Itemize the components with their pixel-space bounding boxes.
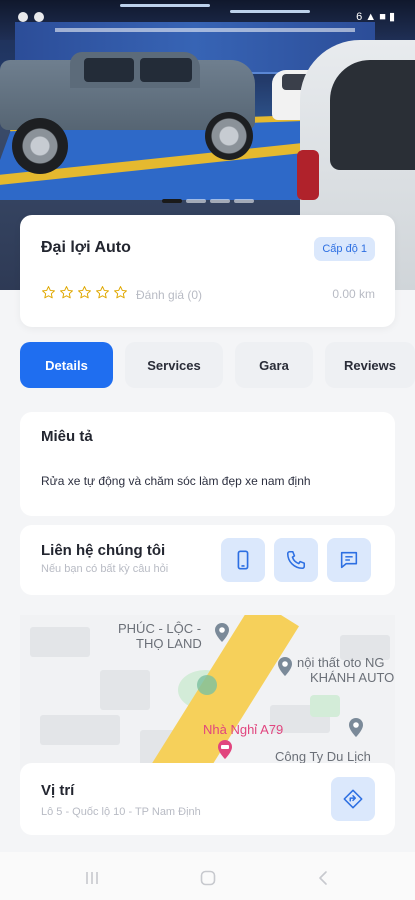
location-title: Vị trí bbox=[41, 782, 75, 799]
tab-gara[interactable]: Gara bbox=[235, 342, 313, 388]
location-card: Vị trí Lô 5 - Quốc lộ 10 - TP Nam Định bbox=[20, 763, 395, 835]
call-button[interactable] bbox=[274, 538, 318, 582]
contact-title: Liên hệ chúng tôi bbox=[41, 542, 166, 559]
description-text: Rửa xe tự động và chăm sóc làm đẹp xe na… bbox=[41, 474, 311, 488]
status-indicators: 6 ▲ ■ ▮ bbox=[356, 11, 395, 23]
star-icon bbox=[96, 286, 109, 299]
location-map[interactable]: PHÚC - LỘC - THỌ LAND nội thất oto NG KH… bbox=[20, 615, 395, 775]
phone-icon bbox=[286, 550, 306, 570]
carousel-dot[interactable] bbox=[209, 199, 230, 203]
directions-button[interactable] bbox=[331, 777, 375, 821]
map-pin-icon[interactable] bbox=[213, 621, 231, 643]
status-bar: 6 ▲ ■ ▮ bbox=[0, 0, 415, 30]
description-card: Miêu tả Rửa xe tự động và chăm sóc làm đ… bbox=[20, 412, 395, 516]
carousel-dot[interactable] bbox=[233, 199, 254, 203]
home-button[interactable] bbox=[198, 868, 218, 888]
truck-wheel bbox=[205, 112, 253, 160]
tab-reviews[interactable]: Reviews bbox=[325, 342, 415, 388]
map-pin-icon[interactable] bbox=[276, 655, 294, 677]
shop-name: Đại lợi Auto bbox=[41, 239, 131, 256]
tab-details[interactable]: Details bbox=[20, 342, 113, 388]
home-icon bbox=[200, 870, 216, 886]
shop-info-card: Đại lợi Auto Cấp độ 1 Đánh giá (0) 0.00 … bbox=[20, 215, 395, 327]
system-nav-bar bbox=[0, 852, 415, 900]
mobile-button[interactable] bbox=[221, 538, 265, 582]
truck-wheel bbox=[12, 118, 68, 174]
description-title: Miêu tả bbox=[41, 428, 93, 445]
rating-stars bbox=[41, 285, 128, 300]
star-icon bbox=[78, 286, 91, 299]
rating-count: Đánh giá (0) bbox=[136, 288, 203, 302]
map-pin-icon[interactable] bbox=[347, 716, 365, 738]
directions-icon bbox=[343, 789, 363, 809]
star-icon bbox=[60, 286, 73, 299]
map-marker-dot bbox=[197, 675, 217, 695]
back-icon bbox=[319, 871, 327, 885]
message-button[interactable] bbox=[327, 538, 371, 582]
contact-card: Liên hệ chúng tôi Nếu bạn có bất kỳ câu … bbox=[20, 525, 395, 595]
map-label-place4: Công Ty Du Lịch bbox=[275, 749, 371, 764]
status-icon bbox=[34, 12, 44, 22]
tab-services[interactable]: Services bbox=[125, 342, 223, 388]
star-icon bbox=[114, 286, 127, 299]
carousel-dot[interactable] bbox=[185, 199, 206, 203]
message-icon bbox=[340, 551, 358, 569]
map-label-place1: PHÚC - LỘC - bbox=[118, 621, 202, 636]
map-label-place1b: THỌ LAND bbox=[136, 636, 202, 651]
hotel-pin-icon[interactable] bbox=[216, 738, 234, 760]
recent-apps-button[interactable] bbox=[82, 868, 102, 888]
carousel-indicator bbox=[0, 199, 415, 205]
map-label-place2: nội thất oto NG bbox=[297, 655, 385, 670]
distance: 0.00 km bbox=[332, 287, 375, 301]
status-icon bbox=[18, 12, 28, 22]
map-label-place2b: KHÁNH AUTO bbox=[310, 670, 395, 685]
map-label-place3: Nhà Nghỉ A79 bbox=[203, 722, 284, 737]
mobile-icon bbox=[237, 550, 249, 570]
contact-subtitle: Nếu bạn có bất kỳ câu hỏi bbox=[41, 563, 169, 575]
recent-apps-icon bbox=[86, 872, 98, 884]
location-address: Lô 5 - Quốc lộ 10 - TP Nam Định bbox=[41, 806, 201, 818]
back-button[interactable] bbox=[314, 868, 334, 888]
map-park bbox=[310, 695, 340, 717]
tab-bar: Details Services Gara Reviews bbox=[20, 342, 415, 388]
level-badge: Cấp độ 1 bbox=[314, 237, 375, 261]
carousel-dot[interactable] bbox=[161, 199, 182, 203]
star-icon bbox=[42, 286, 55, 299]
